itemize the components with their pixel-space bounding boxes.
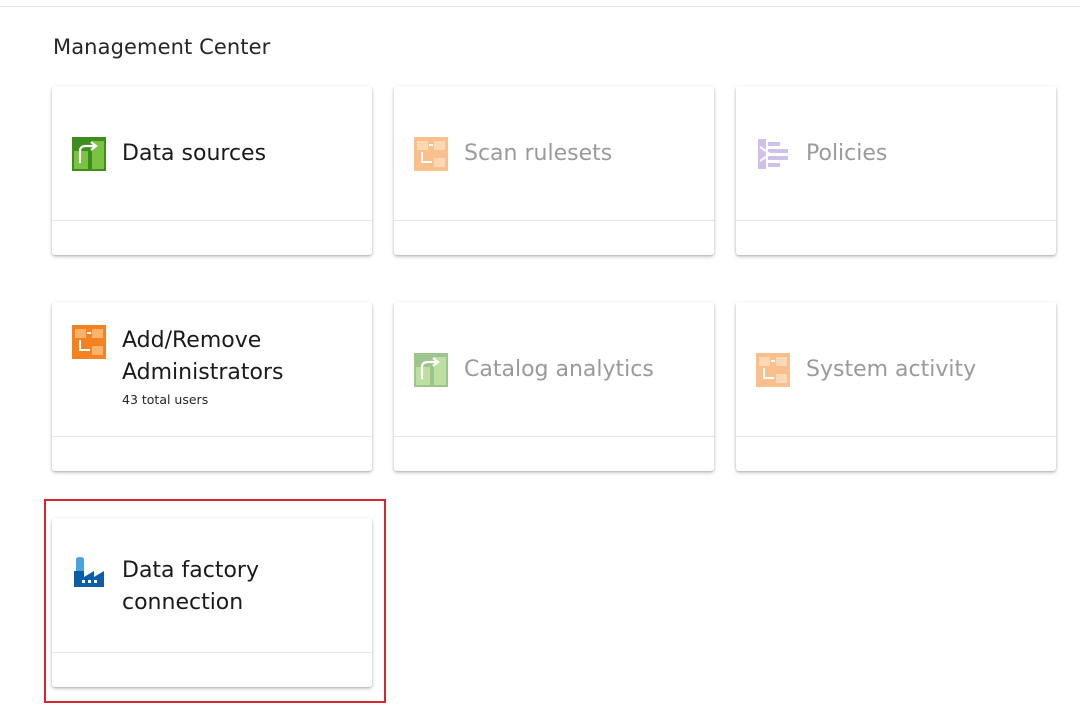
card-footer bbox=[394, 436, 714, 471]
card-text: Scan rulesets bbox=[464, 138, 700, 170]
management-center-page: Management Center Data sources Scan rule… bbox=[0, 0, 1080, 715]
card-text: Add/Remove Administrators 43 total users bbox=[122, 325, 358, 410]
user-count: 43 total users bbox=[122, 392, 209, 407]
card-catalog-analytics[interactable]: Catalog analytics bbox=[394, 302, 714, 471]
highlight-box bbox=[44, 499, 386, 703]
card-title: Scan rulesets bbox=[464, 141, 613, 166]
card-title: Add/Remove Administrators bbox=[122, 328, 284, 385]
card-data-sources[interactable]: Data sources bbox=[52, 86, 372, 255]
card-title: Catalog analytics bbox=[464, 357, 654, 382]
card-text: System activity bbox=[806, 354, 1042, 386]
administrators-icon bbox=[72, 325, 106, 359]
card-title: System activity bbox=[806, 357, 977, 382]
card-scan-rulesets[interactable]: Scan rulesets bbox=[394, 86, 714, 255]
card-text: Data sources bbox=[122, 138, 358, 170]
top-divider bbox=[0, 6, 1080, 7]
policies-icon bbox=[756, 137, 790, 171]
card-text: Catalog analytics bbox=[464, 354, 700, 386]
card-policies[interactable]: Policies bbox=[736, 86, 1056, 255]
scan-rulesets-icon bbox=[414, 137, 448, 171]
card-footer bbox=[394, 220, 714, 255]
card-footer bbox=[736, 436, 1056, 471]
card-add-remove-administrators[interactable]: Add/Remove Administrators 43 total users bbox=[52, 302, 372, 471]
catalog-analytics-icon bbox=[414, 353, 448, 387]
card-system-activity[interactable]: System activity bbox=[736, 302, 1056, 471]
card-text: Policies bbox=[806, 138, 1042, 170]
card-footer bbox=[52, 436, 372, 471]
system-activity-icon bbox=[756, 353, 790, 387]
card-title: Policies bbox=[806, 141, 888, 166]
card-footer bbox=[52, 220, 372, 255]
page-title: Management Center bbox=[53, 35, 271, 59]
data-sources-icon bbox=[72, 137, 106, 171]
card-title: Data sources bbox=[122, 141, 267, 166]
card-footer bbox=[736, 220, 1056, 255]
